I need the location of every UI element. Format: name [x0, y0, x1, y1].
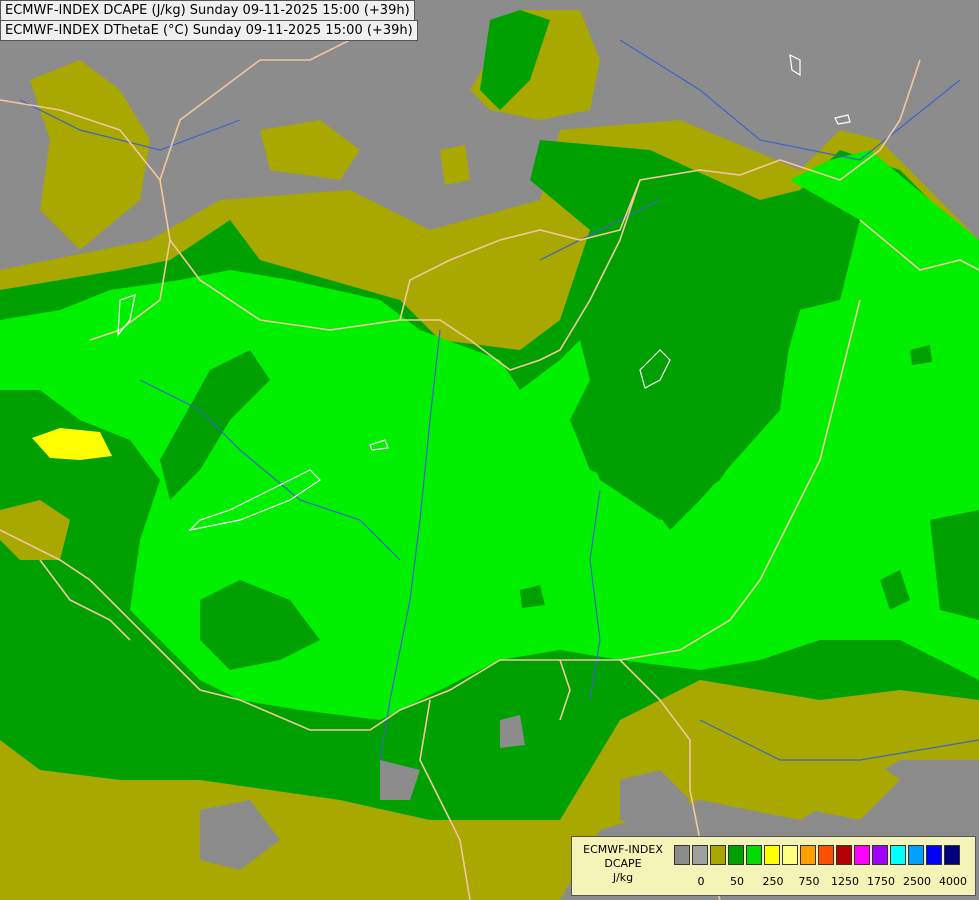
legend-title-line1: ECMWF-INDEX — [583, 843, 663, 856]
legend-tick-label: 50 — [730, 875, 744, 888]
legend-swatch — [872, 845, 888, 865]
legend-tick-label: 0 — [697, 875, 705, 888]
legend-swatch — [800, 845, 816, 865]
map-title-dthetae: ECMWF-INDEX DThetaE (°C) Sunday 09-11-20… — [0, 20, 418, 41]
legend-swatch — [944, 845, 960, 865]
legend-title-line2: DCAPE — [604, 857, 642, 870]
legend-swatch — [692, 845, 708, 865]
legend-tick-label: 750 — [798, 875, 820, 888]
legend-title-line3: J/kg — [612, 871, 634, 884]
legend-swatch — [908, 845, 924, 865]
color-legend: ECMWF-INDEX DCAPE J/kg 0 50 250 750 1250 1750… — [571, 836, 976, 896]
legend-swatch — [854, 845, 870, 865]
legend-tick-label: 1750 — [867, 875, 895, 888]
legend-swatch — [782, 845, 798, 865]
legend-swatch — [926, 845, 942, 865]
legend-swatch — [764, 845, 780, 865]
legend-swatch — [818, 845, 834, 865]
legend-tick-label: 2500 — [903, 875, 931, 888]
legend-ticks: 0 50 250 750 1250 1750 2500 4000 — [674, 875, 974, 889]
legend-swatch — [890, 845, 906, 865]
legend-tick-label: 4000 — [939, 875, 967, 888]
legend-swatch — [710, 845, 726, 865]
legend-tick-label: 250 — [762, 875, 784, 888]
legend-swatch — [728, 845, 744, 865]
legend-swatches — [674, 845, 962, 865]
dcape-map — [0, 0, 979, 900]
legend-swatch — [674, 845, 690, 865]
legend-title: ECMWF-INDEX DCAPE J/kg — [574, 843, 672, 885]
legend-tick-label: 1250 — [831, 875, 859, 888]
map-title-dcape: ECMWF-INDEX DCAPE (J/kg) Sunday 09-11-20… — [0, 0, 415, 21]
legend-swatch — [746, 845, 762, 865]
legend-swatch — [836, 845, 852, 865]
